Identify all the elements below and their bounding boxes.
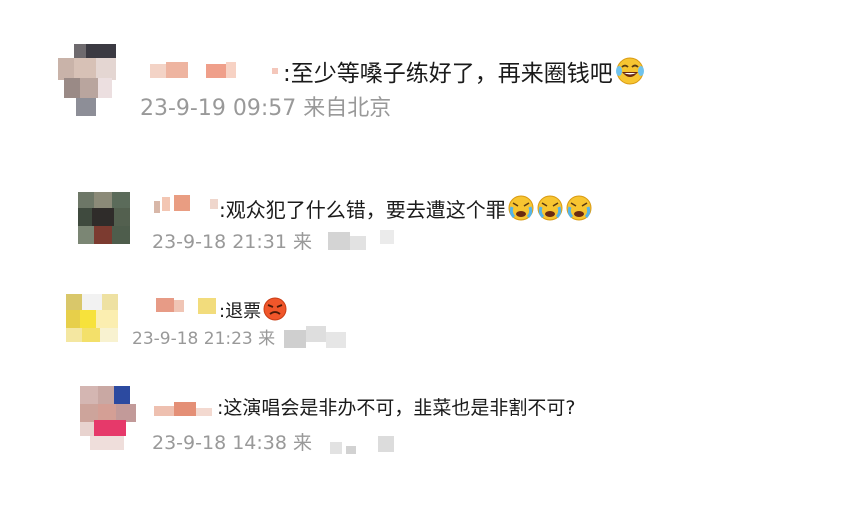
comment-text: :退票 — [219, 297, 288, 321]
crying-emoji — [566, 195, 592, 221]
comment-location: 来 — [293, 231, 313, 253]
comment-text-content: :至少等嗓子练好了，再来圈钱吧 — [283, 61, 613, 87]
comment-time: 23-9-19 09:57 — [140, 96, 297, 121]
comment-meta: 23-9-18 21:23 来 — [132, 331, 275, 348]
comment-location: 来 — [258, 329, 276, 349]
comment-meta: 23-9-18 21:31 来 — [152, 233, 312, 252]
location-blurred — [328, 230, 394, 250]
username-blurred[interactable] — [150, 60, 282, 80]
comment-time: 23-9-18 14:38 — [152, 432, 287, 454]
comment-location: 来 — [293, 432, 313, 454]
username-blurred[interactable] — [150, 193, 222, 215]
location-blurred — [284, 326, 346, 348]
angry-emoji — [263, 297, 287, 321]
comment-time: 23-9-18 21:31 — [152, 231, 287, 253]
comment-time: 23-9-18 21:23 — [132, 329, 253, 349]
comment-meta: 23-9-18 14:38 来 — [152, 434, 312, 453]
username-blurred[interactable] — [150, 398, 216, 420]
avatar[interactable] — [66, 294, 118, 342]
avatar[interactable] — [58, 44, 116, 116]
comment-text-content: :退票 — [219, 301, 262, 322]
comment-meta: 23-9-19 09:57 来自北京 — [140, 98, 391, 120]
location-blurred — [330, 436, 394, 454]
username-blurred[interactable] — [154, 296, 220, 318]
crying-emoji — [508, 195, 534, 221]
comment-text: :至少等嗓子练好了，再来圈钱吧 — [283, 57, 646, 86]
laugh-cry-emoji — [615, 57, 644, 85]
avatar[interactable] — [80, 386, 136, 450]
comment-text: :这演唱会是非办不可，韭菜也是非割不可? — [217, 399, 576, 418]
comment-location: 来自北京 — [303, 96, 392, 121]
comment-text-content: :这演唱会是非办不可，韭菜也是非割不可? — [217, 397, 576, 419]
comment-text: :观众犯了什么错，要去遭这个罪 — [219, 195, 593, 221]
crying-emoji — [537, 195, 563, 221]
avatar[interactable] — [78, 192, 130, 244]
comment-text-content: :观众犯了什么错，要去遭这个罪 — [219, 198, 506, 222]
